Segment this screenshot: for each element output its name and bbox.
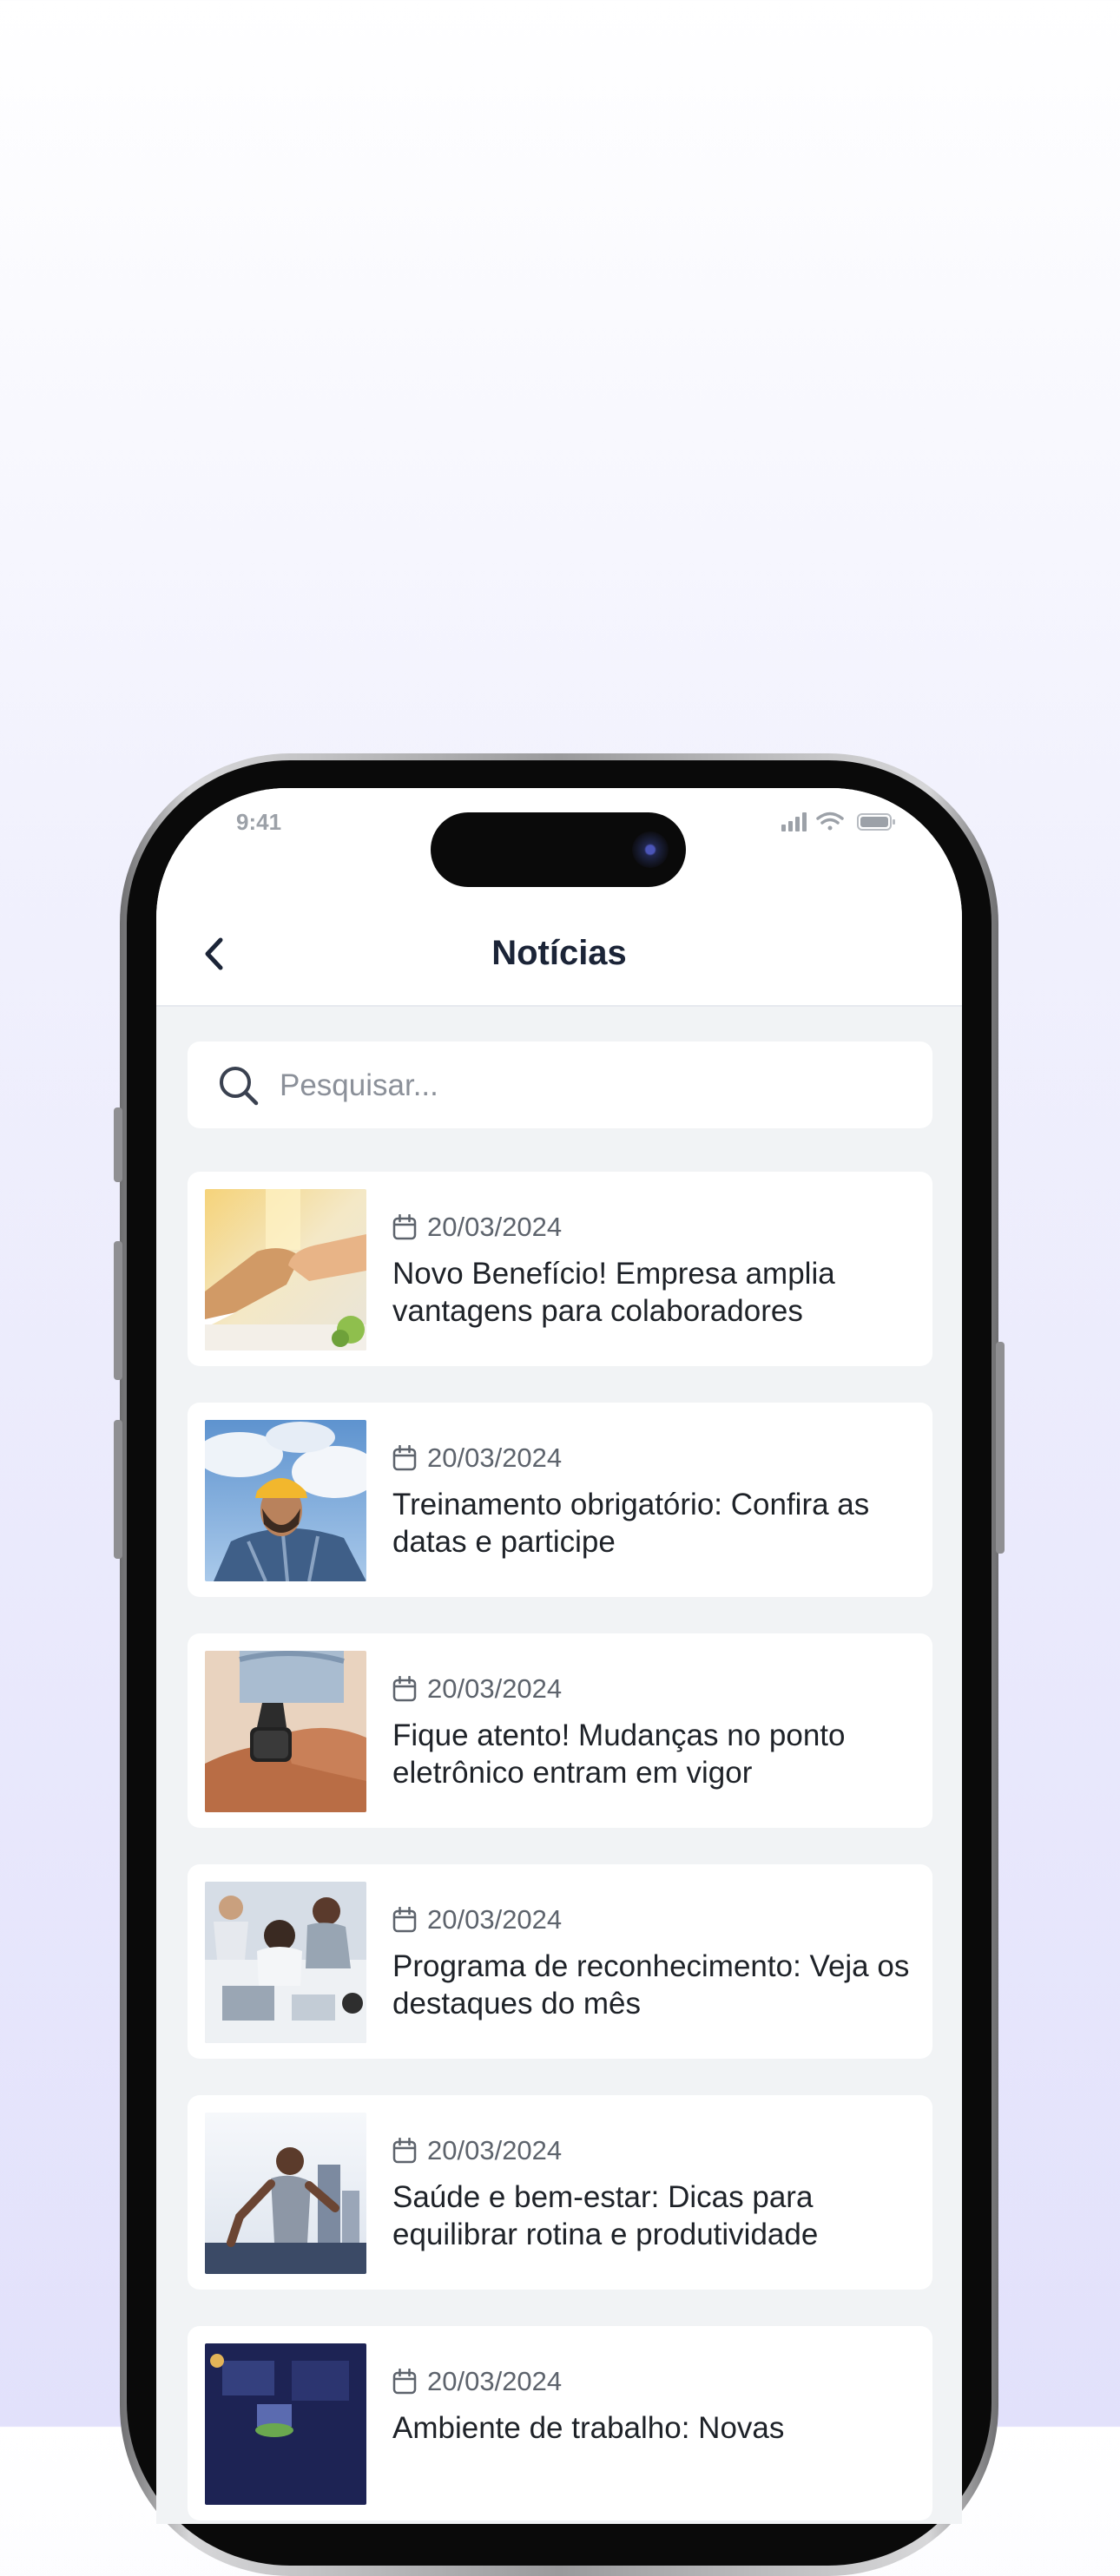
- news-title: Ambiente de trabalho: Novas: [392, 2411, 785, 2445]
- page-title: Notícias: [491, 934, 627, 972]
- news-card[interactable]: 20/03/2024 Novo Benefício! Empresa ampli…: [188, 1172, 932, 1366]
- calendar-icon: [392, 2369, 417, 2395]
- calendar-icon: [392, 1907, 417, 1933]
- calendar-icon: [392, 1214, 417, 1240]
- battery-icon: [857, 813, 895, 831]
- runner-photo: [205, 2113, 366, 2274]
- news-card[interactable]: 20/03/2024 Treinamento obrigatório: Conf…: [188, 1403, 932, 1597]
- news-date-text: 20/03/2024: [427, 1212, 563, 1242]
- search-input[interactable]: [278, 1061, 906, 1111]
- power-button: [996, 1342, 1005, 1554]
- news-date: 20/03/2024: [392, 1673, 562, 1705]
- news-title: Novo Benefício! Empresa amplia vantagens…: [392, 1257, 835, 1328]
- volume-down-button: [114, 1420, 122, 1559]
- signal-icon: [781, 812, 807, 831]
- front-camera: [632, 831, 669, 868]
- team-meeting-photo: [205, 1882, 366, 2043]
- wifi-icon: [816, 812, 844, 831]
- news-title: Saúde e bem-estar: Dicas para equilibrar…: [392, 2180, 819, 2251]
- news-date-text: 20/03/2024: [427, 1442, 563, 1473]
- news-date: 20/03/2024: [392, 2135, 562, 2166]
- search-bar[interactable]: [188, 1042, 932, 1128]
- dynamic-island: [431, 812, 686, 887]
- action-button: [114, 1107, 122, 1182]
- news-card[interactable]: 20/03/2024 Fique atento! Mudanças no pon…: [188, 1633, 932, 1828]
- news-title: Programa de reconhecimento: Veja os dest…: [392, 1949, 910, 2021]
- news-title: Treinamento obrigatório: Confira as data…: [392, 1488, 870, 1559]
- news-list: 20/03/2024 Novo Benefício! Empresa ampli…: [188, 1172, 932, 2524]
- office-night-photo: [205, 2343, 366, 2505]
- handshake-photo: [205, 1189, 366, 1350]
- volume-up-button: [114, 1241, 122, 1380]
- calendar-icon: [392, 1676, 417, 1702]
- app-screen: 9:41 Notícias Pesquisar... 20/03/2024 No…: [156, 788, 962, 2524]
- smartwatch-photo: [205, 1651, 366, 1812]
- news-date-text: 20/03/2024: [427, 1673, 563, 1704]
- news-card[interactable]: 20/03/2024 Saúde e bem-estar: Dicas para…: [188, 2095, 932, 2290]
- calendar-icon: [392, 1445, 417, 1471]
- status-icons: [781, 811, 898, 838]
- news-date-text: 20/03/2024: [427, 2366, 563, 2396]
- news-date: 20/03/2024: [392, 2366, 562, 2397]
- news-date-text: 20/03/2024: [427, 1904, 563, 1935]
- news-date: 20/03/2024: [392, 1904, 562, 1935]
- news-date-text: 20/03/2024: [427, 2135, 563, 2165]
- search-icon: [220, 1067, 259, 1106]
- worker-hardhat-photo: [205, 1420, 366, 1581]
- news-card[interactable]: 20/03/2024 Programa de reconhecimento: V…: [188, 1864, 932, 2059]
- news-card[interactable]: 20/03/2024 Ambiente de trabalho: Novas: [188, 2326, 932, 2520]
- top-bar: 9:41 Notícias: [156, 788, 962, 1007]
- status-time: 9:41: [236, 809, 282, 835]
- news-date: 20/03/2024: [392, 1442, 562, 1474]
- news-date: 20/03/2024: [392, 1212, 562, 1243]
- calendar-icon: [392, 2138, 417, 2164]
- news-title: Fique atento! Mudanças no ponto eletrôni…: [392, 1718, 846, 1790]
